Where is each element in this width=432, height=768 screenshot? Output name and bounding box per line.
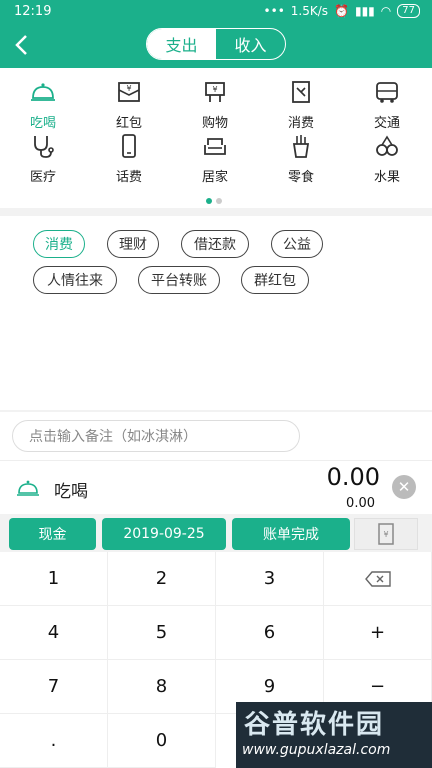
key-4[interactable]: 4 [0, 606, 108, 660]
more-dots-icon: ••• [263, 4, 285, 18]
stethoscope-icon [34, 136, 54, 158]
tag-item[interactable]: 人情往来 [33, 266, 117, 294]
category-fruit[interactable]: 水果 [344, 132, 430, 188]
amount-subvalue: 0.00 [346, 496, 375, 511]
status-icons: ••• 1.5K/s ⏰ ▮▮▮ ◠ 77 [264, 4, 420, 18]
key-3[interactable]: 3 [216, 552, 324, 606]
amount-row: 吃喝 0.00 0.00 ✕ [0, 460, 432, 514]
action-bar: 现金 2019-09-25 账单完成 ¥ [0, 514, 432, 556]
tag-item[interactable]: 平台转账 [138, 266, 220, 294]
category-red-envelope[interactable]: ¥ 红包 [86, 78, 172, 134]
category-label: 零食 [287, 170, 314, 185]
phone-icon [122, 134, 136, 158]
svg-text:¥: ¥ [383, 530, 388, 539]
wifi-icon: ◠ [380, 4, 392, 18]
key-2[interactable]: 2 [108, 552, 216, 606]
tab-expense[interactable]: 支出 [147, 29, 216, 59]
tag-item[interactable]: 公益 [271, 230, 323, 258]
svg-text:¥: ¥ [212, 85, 217, 94]
tag-item[interactable]: 消费 [33, 230, 85, 258]
watermark-url: www.gupuxlazal.com [242, 742, 391, 758]
status-bar: 12:19 ••• 1.5K/s ⏰ ▮▮▮ ◠ 77 [0, 0, 432, 24]
category-label: 水果 [373, 170, 400, 185]
category-label: 交通 [373, 116, 400, 131]
done-button[interactable]: 账单完成 [232, 518, 350, 550]
category-label: 购物 [201, 116, 228, 131]
tag-item[interactable]: 理财 [107, 230, 159, 258]
category-food[interactable]: 吃喝 [0, 78, 86, 134]
tag-item[interactable]: 借还款 [181, 230, 249, 258]
page-indicator [206, 198, 222, 204]
key-8[interactable]: 8 [108, 660, 216, 714]
key-1[interactable]: 1 [0, 552, 108, 606]
account-button[interactable]: 现金 [9, 518, 96, 550]
network-speed: 1.5K/s [290, 4, 329, 18]
food-cloche-icon [31, 83, 55, 101]
status-time: 12:19 [14, 4, 52, 19]
shopping-icon: ¥ [205, 82, 225, 102]
category-label: 红包 [115, 116, 142, 131]
category-label: 居家 [201, 170, 228, 185]
top-header: 支出 收入 [0, 24, 432, 68]
key-5[interactable]: 5 [108, 606, 216, 660]
tab-income[interactable]: 收入 [216, 29, 285, 59]
clear-icon[interactable]: ✕ [392, 475, 416, 499]
red-envelope-icon: ¥ [118, 82, 140, 102]
key-0[interactable]: 0 [108, 714, 216, 768]
key-plus[interactable]: + [324, 606, 432, 660]
key-6[interactable]: 6 [216, 606, 324, 660]
key-7[interactable]: 7 [0, 660, 108, 714]
battery-icon: 77 [397, 4, 420, 18]
snack-icon [292, 135, 310, 158]
category-home[interactable]: 居家 [172, 132, 258, 188]
divider [0, 410, 432, 412]
date-button[interactable]: 2019-09-25 [102, 518, 226, 550]
category-medical[interactable]: 医疗 [0, 132, 86, 188]
tag-item[interactable]: 群红包 [241, 266, 309, 294]
page-dot [206, 198, 212, 204]
category-grid: 吃喝 ¥ 红包 ¥ 购物 消费 交通 医疗 话费 居家 零食 水果 [0, 68, 432, 208]
category-consume[interactable]: 消费 [258, 78, 344, 134]
svg-text:¥: ¥ [126, 84, 131, 93]
backspace-icon[interactable] [324, 552, 432, 606]
divider [0, 208, 432, 216]
signal-icon: ▮▮▮ [354, 4, 375, 18]
page-dot [216, 198, 222, 204]
category-label: 话费 [115, 170, 142, 185]
note-input[interactable]: 点击输入备注（如冰淇淋） [12, 420, 300, 452]
receipt-icon[interactable]: ¥ [354, 518, 418, 550]
type-switch: 支出 收入 [146, 28, 286, 60]
back-arrow-icon[interactable] [14, 34, 34, 58]
sofa-icon [204, 138, 226, 155]
amount-value: 0.00 [326, 463, 380, 491]
category-label: 消费 [287, 116, 314, 131]
category-shopping[interactable]: ¥ 购物 [172, 78, 258, 134]
watermark-title: 谷普软件园 [244, 710, 385, 740]
bus-icon [376, 82, 398, 103]
food-cloche-icon [17, 480, 39, 496]
watermark: 谷普软件园 www.gupuxlazal.com [236, 702, 432, 768]
category-label: 医疗 [29, 170, 56, 185]
category-transport[interactable]: 交通 [344, 78, 430, 134]
selected-category: 吃喝 [54, 482, 88, 502]
consume-icon [292, 81, 310, 103]
category-phone-bill[interactable]: 话费 [86, 132, 172, 188]
key-dot[interactable]: . [0, 714, 108, 768]
category-snack[interactable]: 零食 [258, 132, 344, 188]
fruit-icon [376, 135, 398, 156]
alarm-icon: ⏰ [334, 4, 349, 18]
category-label: 吃喝 [29, 116, 56, 131]
